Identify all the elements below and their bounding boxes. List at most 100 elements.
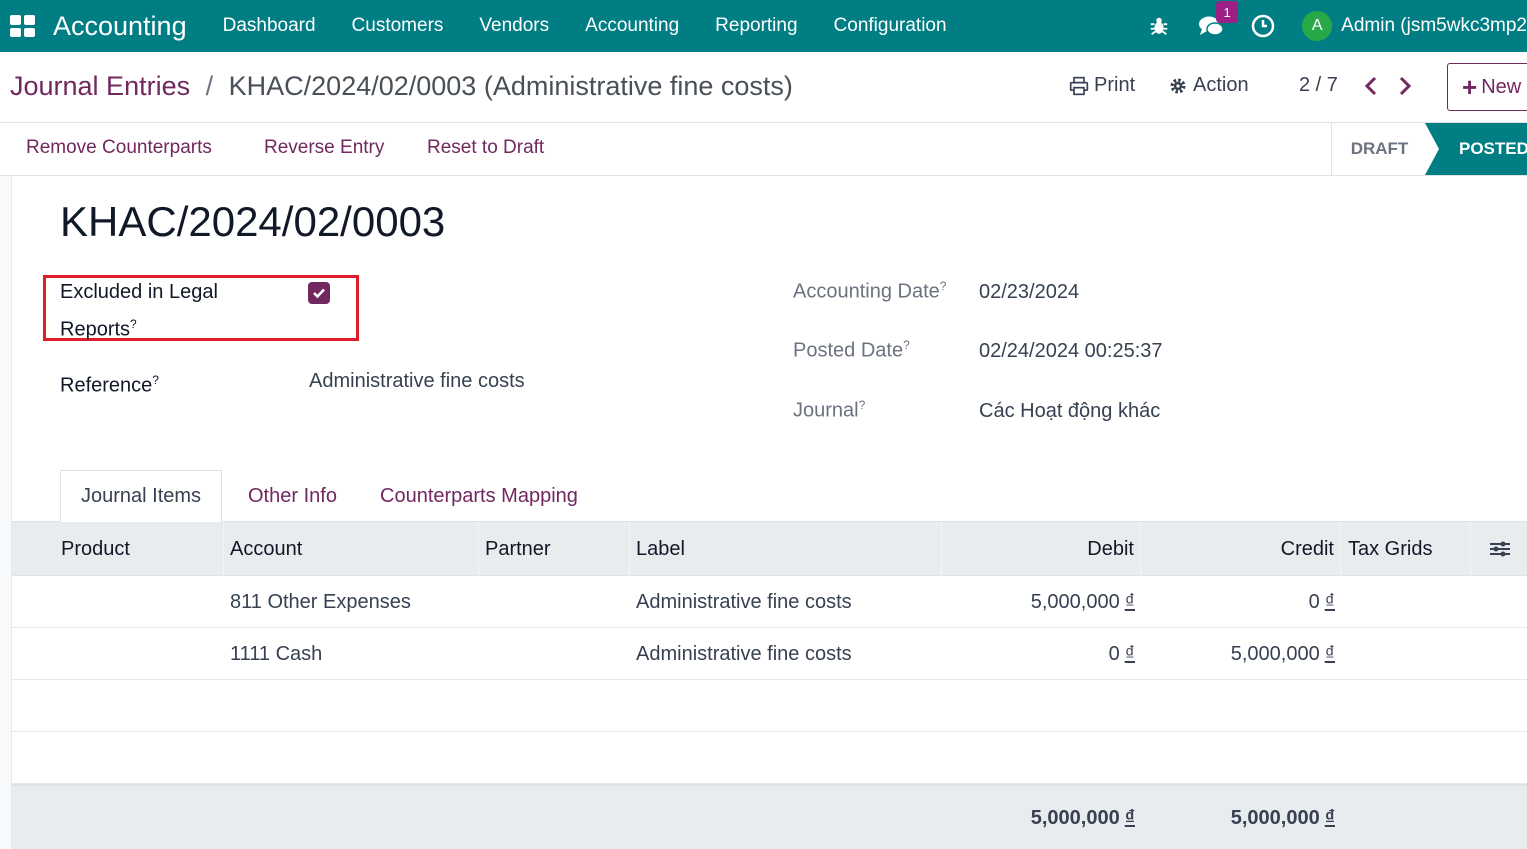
currency-symbol: ₫ [1324, 642, 1335, 665]
cell-label: Administrative fine costs [636, 642, 852, 665]
systray: 1 A Admin (jsm5wkc3mp2 [1146, 0, 1527, 52]
column-partner[interactable]: Partner [479, 522, 630, 576]
reverse-entry-button[interactable]: Reverse Entry [264, 137, 384, 159]
excluded-legal-reports-checkbox[interactable] [308, 282, 330, 304]
table-header: Product Account Partner Label Debit Cred… [12, 522, 1527, 576]
journal-label-text: Journal [793, 399, 859, 422]
tab-counterparts-mapping[interactable]: Counterparts Mapping [360, 470, 598, 522]
currency-symbol: ₫ [1124, 590, 1135, 613]
bug-icon[interactable] [1146, 13, 1172, 39]
help-mark[interactable]: ? [903, 338, 910, 352]
help-mark[interactable]: ? [940, 279, 947, 293]
cell-account: 811 Other Expenses [230, 590, 411, 613]
posted-date-label-text: Posted Date [793, 339, 904, 362]
total-credit-value: 5,000,000 [1230, 807, 1320, 829]
menu-customers[interactable]: Customers [334, 15, 462, 37]
chat-icon[interactable]: 1 [1198, 1, 1239, 39]
breadcrumb: Journal Entries / KHAC/2024/02/0003 (Adm… [10, 71, 793, 102]
column-settings-icon[interactable] [1471, 522, 1527, 576]
column-credit[interactable]: Credit [1141, 522, 1341, 576]
control-panel: Journal Entries / KHAC/2024/02/0003 (Adm… [0, 52, 1527, 123]
reference-label: Reference? [60, 364, 159, 402]
debit-value: 5,000,000 [1030, 590, 1120, 613]
currency-symbol: ₫ [1324, 807, 1335, 829]
credit-value: 5,000,000 [1230, 642, 1320, 665]
currency-symbol: ₫ [1324, 590, 1335, 613]
accounting-date-value[interactable]: 02/23/2024 [979, 281, 1079, 304]
cell-credit: 5,000,000 ₫ [1141, 628, 1335, 680]
cell-account: 1111 Cash [230, 642, 323, 665]
chevron-left-icon[interactable] [1363, 76, 1379, 101]
tab-journal-items[interactable]: Journal Items [60, 470, 223, 523]
user-menu[interactable]: Admin (jsm5wkc3mp2 [1341, 15, 1527, 37]
reference-label-text: Reference [60, 374, 153, 397]
table-footer: 5,000,000 ₫ 5,000,000 ₫ [12, 784, 1527, 849]
new-button[interactable]: + New [1447, 63, 1527, 111]
printer-icon [1069, 76, 1089, 95]
remove-counterparts-button[interactable]: Remove Counterparts [26, 137, 212, 159]
action-button[interactable]: Action [1168, 74, 1249, 97]
breadcrumb-separator: / [205, 71, 214, 101]
column-debit[interactable]: Debit [942, 522, 1141, 576]
empty-row [12, 732, 1527, 784]
app-name[interactable]: Accounting [53, 11, 187, 42]
help-mark[interactable]: ? [130, 317, 137, 331]
total-debit-value: 5,000,000 [1030, 807, 1120, 829]
menu-vendors[interactable]: Vendors [461, 15, 567, 37]
reference-value[interactable]: Administrative fine costs [309, 370, 525, 393]
cell-credit: 0 ₫ [1141, 576, 1335, 628]
plus-icon: + [1462, 71, 1478, 102]
print-label: Print [1094, 74, 1136, 96]
help-mark[interactable]: ? [859, 398, 866, 412]
top-navbar: Accounting Dashboard Customers Vendors A… [0, 0, 1527, 52]
breadcrumb-journal-entries[interactable]: Journal Entries [10, 71, 190, 101]
entry-title: KHAC/2024/02/0003 [60, 198, 446, 245]
action-label: Action [1193, 74, 1249, 96]
menu-dashboard[interactable]: Dashboard [205, 15, 334, 37]
avatar[interactable]: A [1302, 11, 1333, 41]
menu-reporting[interactable]: Reporting [697, 15, 815, 37]
excluded-label-line1: Excluded in Legal [60, 281, 218, 303]
total-credit: 5,000,000 ₫ [1141, 786, 1335, 849]
check-icon [313, 288, 325, 299]
accounting-date-label: Accounting Date? [793, 279, 946, 304]
menu-accounting[interactable]: Accounting [567, 15, 697, 37]
notebook-tabs: Journal Items Other Info Counterparts Ma… [12, 470, 1527, 523]
column-label[interactable]: Label [630, 522, 942, 576]
clock-icon[interactable] [1250, 13, 1276, 39]
posted-date-value: 02/24/2024 00:25:37 [979, 340, 1163, 362]
column-product[interactable]: Product [12, 522, 224, 576]
help-mark[interactable]: ? [152, 373, 159, 387]
table-row[interactable]: 811 Other Expenses Administrative fine c… [12, 576, 1527, 628]
apps-grid-icon[interactable] [10, 15, 36, 37]
accounting-date-label-text: Accounting Date [793, 280, 940, 303]
breadcrumb-current: KHAC/2024/02/0003 (Administrative fine c… [228, 71, 793, 101]
menu-configuration[interactable]: Configuration [816, 15, 965, 37]
column-tax-grids[interactable]: Tax Grids [1341, 522, 1471, 576]
gear-icon [1170, 78, 1186, 93]
form-sheet: KHAC/2024/02/0003 Excluded in Legal Repo… [11, 176, 1527, 849]
table-row[interactable]: 1111 Cash Administrative fine costs 0 ₫ 5… [12, 628, 1527, 680]
pager-value[interactable]: 2 / 7 [1299, 74, 1338, 97]
journal-label: Journal? [793, 398, 865, 423]
credit-value: 0 [1308, 590, 1320, 613]
messages-badge: 1 [1216, 1, 1239, 23]
main-menu: Dashboard Customers Vendors Accounting R… [205, 15, 965, 37]
stage-draft[interactable]: DRAFT [1331, 123, 1427, 175]
cell-debit: 5,000,000 ₫ [942, 576, 1135, 628]
tab-other-info[interactable]: Other Info [228, 470, 357, 522]
reset-to-draft-button[interactable]: Reset to Draft [427, 137, 544, 159]
print-button[interactable]: Print [1069, 74, 1135, 97]
column-account[interactable]: Account [224, 522, 479, 576]
total-debit: 5,000,000 ₫ [942, 786, 1135, 849]
journal-value[interactable]: Các Hoạt động khác [979, 400, 1160, 423]
status-bar: Remove Counterparts Reverse Entry Reset … [0, 123, 1527, 176]
chevron-right-icon[interactable] [1397, 76, 1413, 101]
cell-label: Administrative fine costs [636, 590, 852, 613]
excluded-legal-reports-label: Excluded in Legal Reports? [60, 276, 218, 346]
currency-symbol: ₫ [1124, 642, 1135, 665]
debit-value: 0 [1108, 642, 1120, 665]
stage-posted[interactable]: POSTED [1425, 123, 1527, 175]
cell-debit: 0 ₫ [942, 628, 1135, 680]
currency-symbol: ₫ [1124, 807, 1135, 829]
